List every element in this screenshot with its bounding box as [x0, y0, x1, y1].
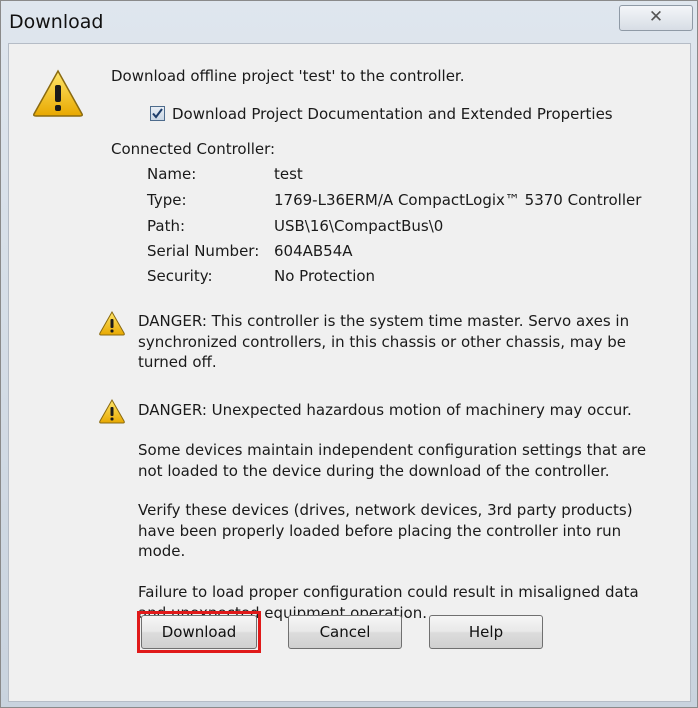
title-bar[interactable]: Download ✕ [1, 1, 697, 43]
connected-controller-heading: Connected Controller: [111, 140, 276, 158]
type-value: 1769-L36ERM/A CompactLogix™ 5370 Control… [274, 191, 642, 209]
download-button[interactable]: Download [141, 615, 257, 649]
window-title: Download [9, 11, 104, 33]
close-icon: ✕ [648, 7, 664, 27]
download-message: Download offline project 'test' to the c… [111, 67, 465, 85]
danger-warning-icon [99, 398, 125, 424]
danger-warning-icon [99, 310, 125, 336]
path-label: Path: [147, 217, 186, 235]
path-value: USB\16\CompactBus\0 [274, 217, 444, 235]
danger-motion-text: DANGER: Unexpected hazardous motion of m… [138, 401, 632, 419]
warning-icon [33, 69, 83, 117]
close-button[interactable]: ✕ [619, 5, 693, 31]
serial-number-label: Serial Number: [147, 242, 260, 260]
verify-devices-text: Verify these devices (drives, network de… [138, 501, 633, 560]
security-value: No Protection [274, 267, 376, 285]
devices-config-text: Some devices maintain independent config… [138, 441, 647, 480]
dialog-body: Download offline project 'test' to the c… [8, 43, 691, 702]
cancel-button[interactable]: Cancel [288, 615, 402, 649]
checkmark-icon [152, 108, 163, 119]
download-dialog: Download ✕ Download offline project 'tes… [0, 0, 698, 708]
serial-number-value: 604AB54A [274, 242, 353, 260]
documentation-checkbox[interactable] [150, 106, 165, 121]
name-value: test [274, 165, 303, 183]
help-button[interactable]: Help [429, 615, 543, 649]
type-label: Type: [147, 191, 187, 209]
documentation-checkbox-label[interactable]: Download Project Documentation and Exten… [172, 104, 613, 124]
danger-time-master-text: DANGER: This controller is the system ti… [138, 312, 630, 371]
name-label: Name: [147, 165, 197, 183]
security-label: Security: [147, 267, 213, 285]
